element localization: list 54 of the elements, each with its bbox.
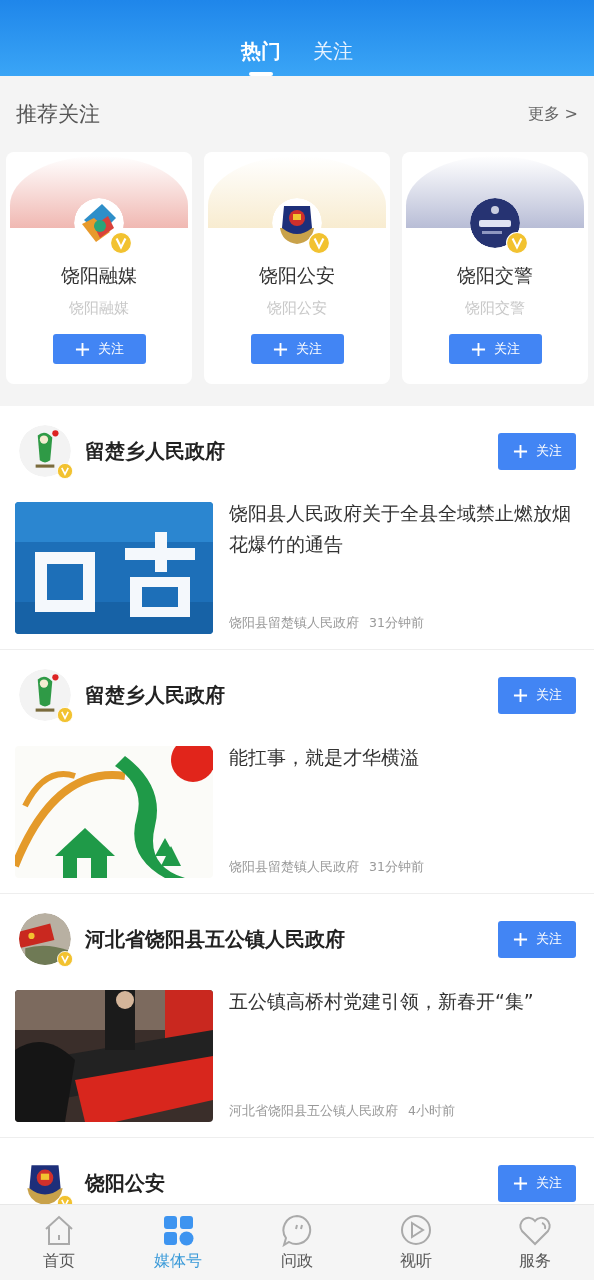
plus-icon: [470, 341, 486, 357]
nav-tab[interactable]: 媒体号: [118, 1205, 238, 1280]
nav-tab[interactable]: 视听: [356, 1205, 476, 1280]
verified-icon: [57, 951, 73, 967]
article-source: 饶阳县留楚镇人民政府: [229, 615, 359, 632]
verified-icon: [506, 232, 528, 254]
follow-button[interactable]: 关注: [498, 676, 576, 714]
verified-icon: [57, 463, 73, 479]
follow-button[interactable]: 关注: [448, 334, 542, 364]
follow-button[interactable]: 关注: [250, 334, 344, 364]
article-item[interactable]: 饶阳县人民政府关于全县全域禁止燃放烟花爆竹的通告 饶阳县留楚镇人民政府 31分钟前: [15, 502, 576, 634]
nav-tab[interactable]: 服务: [475, 1205, 594, 1280]
plus-icon: [74, 341, 90, 357]
account-name: 饶阳交警: [457, 263, 533, 288]
article-time: 31分钟前: [369, 615, 424, 632]
article-item[interactable]: 五公镇高桥村党建引领，新春开“集” 河北省饶阳县五公镇人民政府 4小时前: [15, 990, 576, 1122]
article-item[interactable]: 能扛事，就是才华横溢 饶阳县留楚镇人民政府 31分钟前: [15, 746, 576, 878]
chat-icon: [280, 1213, 314, 1247]
article-time: 4小时前: [408, 1103, 455, 1120]
follow-button[interactable]: 关注: [52, 334, 146, 364]
follow-button[interactable]: 关注: [498, 1164, 576, 1202]
article-source: 饶阳县留楚镇人民政府: [229, 859, 359, 876]
more-link[interactable]: 更多 >: [527, 103, 578, 125]
plus-icon: [512, 931, 528, 947]
play-icon: [398, 1213, 433, 1247]
plus-icon: [512, 687, 528, 703]
avatar-icon: [470, 198, 520, 248]
verified-icon: [110, 232, 132, 254]
verified-icon: [308, 232, 330, 254]
follow-button[interactable]: 关注: [498, 432, 576, 470]
author-name: 留楚乡人民政府: [85, 681, 226, 709]
article-title: 五公镇高桥村党建引领，新春开“集”: [229, 989, 535, 1014]
article-title: 能扛事，就是才华横溢: [229, 745, 420, 770]
plus-icon: [272, 341, 288, 357]
avatar-icon: [19, 669, 71, 721]
author-name: 河北省饶阳县五公镇人民政府: [85, 925, 346, 953]
account-name: 饶阳公安: [259, 263, 335, 288]
plus-icon: [512, 443, 528, 459]
grid-icon: [161, 1213, 196, 1247]
article-source: 河北省饶阳县五公镇人民政府: [229, 1103, 398, 1120]
nav-tab[interactable]: 问政: [237, 1205, 357, 1280]
avatar-icon: [19, 913, 71, 965]
plus-icon: [512, 1175, 528, 1191]
follow-button[interactable]: 关注: [498, 920, 576, 958]
article-time: 31分钟前: [369, 859, 424, 876]
article-title: 饶阳县人民政府关于全县全域禁止燃放烟花爆竹的通告: [229, 501, 572, 557]
author-name: 饶阳公安: [85, 1169, 166, 1197]
author-name: 留楚乡人民政府: [85, 437, 226, 465]
tab[interactable]: 热门: [241, 0, 281, 76]
nav-tab[interactable]: 首页: [0, 1205, 119, 1280]
avatar-icon: [19, 425, 71, 477]
verified-icon: [57, 707, 73, 723]
account-name: 饶阳融媒: [61, 263, 137, 288]
section-title: 推荐关注: [16, 101, 100, 128]
